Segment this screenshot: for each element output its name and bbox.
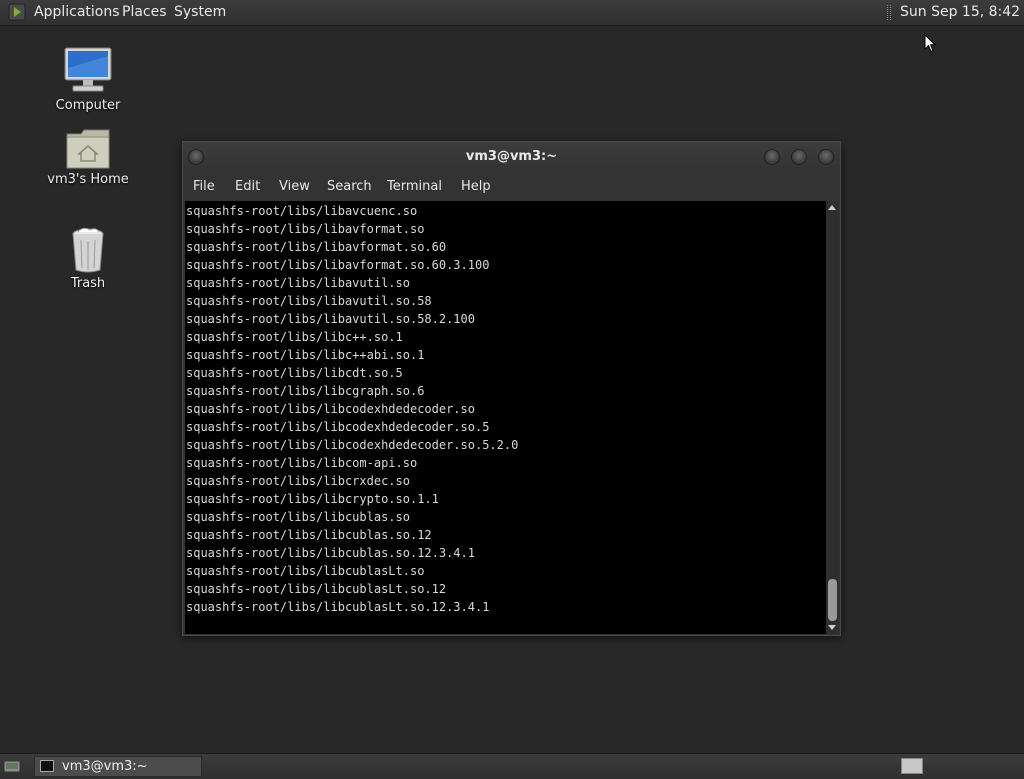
- taskbar-label: vm3@vm3:~: [62, 759, 148, 774]
- menu-terminal[interactable]: Terminal: [387, 179, 442, 194]
- desktop-icon-label: Computer: [55, 98, 121, 113]
- terminal-line: squashfs-root/libs/libcrypto.so.1.1: [186, 492, 439, 506]
- desktop-icon-home[interactable]: vm3's Home: [40, 128, 136, 187]
- terminal-icon: [40, 760, 54, 772]
- applications-menu[interactable]: Applications: [34, 4, 120, 21]
- home-folder-icon: [66, 129, 110, 169]
- menu-file[interactable]: File: [193, 179, 215, 194]
- scroll-up-icon[interactable]: [828, 205, 836, 210]
- system-menu[interactable]: System: [174, 4, 226, 21]
- terminal-line: squashfs-root/libs/libc++abi.so.1: [186, 348, 425, 362]
- desktop-icon-computer[interactable]: Computer: [40, 46, 136, 113]
- scroll-down-icon[interactable]: [828, 625, 836, 630]
- desktop-icon-label: Trash: [70, 276, 106, 291]
- terminal-line: squashfs-root/libs/libavutil.so.58.2.100: [186, 312, 475, 326]
- workspace-switcher-icon[interactable]: [901, 758, 923, 774]
- maximize-icon[interactable]: [791, 149, 807, 165]
- close-icon[interactable]: [818, 149, 834, 165]
- desktop-icon-label: vm3's Home: [47, 172, 129, 187]
- terminal-line: squashfs-root/libs/libcom-api.so: [186, 456, 418, 470]
- terminal-line: squashfs-root/libs/libavutil.so: [186, 276, 410, 290]
- terminal-scrollbar[interactable]: [826, 201, 839, 634]
- top-panel: Applications Places System Sun Sep 15, 8…: [0, 0, 1024, 26]
- taskbar-terminal-button[interactable]: vm3@vm3:~: [34, 756, 202, 777]
- terminal-menubar: File Edit View Search Terminal Help: [183, 172, 840, 201]
- terminal-line: squashfs-root/libs/libcublas.so: [186, 510, 410, 524]
- terminal-output[interactable]: squashfs-root/libs/libavcuenc.so squashf…: [185, 201, 826, 634]
- terminal-line: squashfs-root/libs/libcodexhdedecoder.so…: [186, 438, 519, 452]
- terminal-line: squashfs-root/libs/libcdt.so.5: [186, 366, 403, 380]
- terminal-line: squashfs-root/libs/libavcuenc.so: [186, 204, 418, 218]
- terminal-line: squashfs-root/libs/libc++.so.1: [186, 330, 403, 344]
- mouse-cursor-icon: [924, 34, 936, 53]
- gnome-foot-icon[interactable]: [8, 3, 26, 21]
- panel-separator: [887, 5, 891, 20]
- terminal-line: squashfs-root/libs/libcublasLt.so: [186, 564, 425, 578]
- show-desktop-icon[interactable]: [3, 759, 21, 773]
- scrollbar-thumb[interactable]: [828, 579, 837, 621]
- bottom-panel: vm3@vm3:~: [0, 753, 1024, 779]
- menu-help[interactable]: Help: [461, 179, 491, 194]
- terminal-line: squashfs-root/libs/libcublas.so.12.3.4.1: [186, 546, 475, 560]
- desktop-icon-trash[interactable]: Trash: [40, 226, 136, 291]
- minimize-icon[interactable]: [764, 149, 780, 165]
- terminal-line: squashfs-root/libs/libcgraph.so.6: [186, 384, 425, 398]
- terminal-line: squashfs-root/libs/libcodexhdedecoder.so…: [186, 420, 490, 434]
- clock[interactable]: Sun Sep 15, 8:42 PM: [900, 4, 1024, 21]
- menu-view[interactable]: View: [279, 179, 310, 194]
- terminal-line: squashfs-root/libs/libcublasLt.so.12: [186, 582, 447, 596]
- terminal-line: squashfs-root/libs/libavformat.so.60.3.1…: [186, 258, 490, 272]
- terminal-line: squashfs-root/libs/libcublasLt.so.12.3.4…: [186, 600, 490, 614]
- computer-icon: [64, 47, 112, 92]
- terminal-window: vm3@vm3:~ File Edit View Search Terminal…: [182, 141, 841, 636]
- trash-icon: [72, 227, 104, 273]
- terminal-line: squashfs-root/libs/libavformat.so.60: [186, 240, 447, 254]
- terminal-line: squashfs-root/libs/libcodexhdedecoder.so: [186, 402, 475, 416]
- places-menu[interactable]: Places: [122, 4, 167, 21]
- terminal-line: squashfs-root/libs/libcublas.so.12: [186, 528, 432, 542]
- window-title: vm3@vm3:~: [465, 149, 558, 164]
- terminal-line: squashfs-root/libs/libcrxdec.so: [186, 474, 410, 488]
- window-titlebar[interactable]: vm3@vm3:~: [183, 142, 840, 172]
- terminal-line: squashfs-root/libs/libavutil.so.58: [186, 294, 432, 308]
- menu-edit[interactable]: Edit: [235, 179, 260, 194]
- menu-search[interactable]: Search: [327, 179, 372, 194]
- terminal-line: squashfs-root/libs/libavformat.so: [186, 222, 425, 236]
